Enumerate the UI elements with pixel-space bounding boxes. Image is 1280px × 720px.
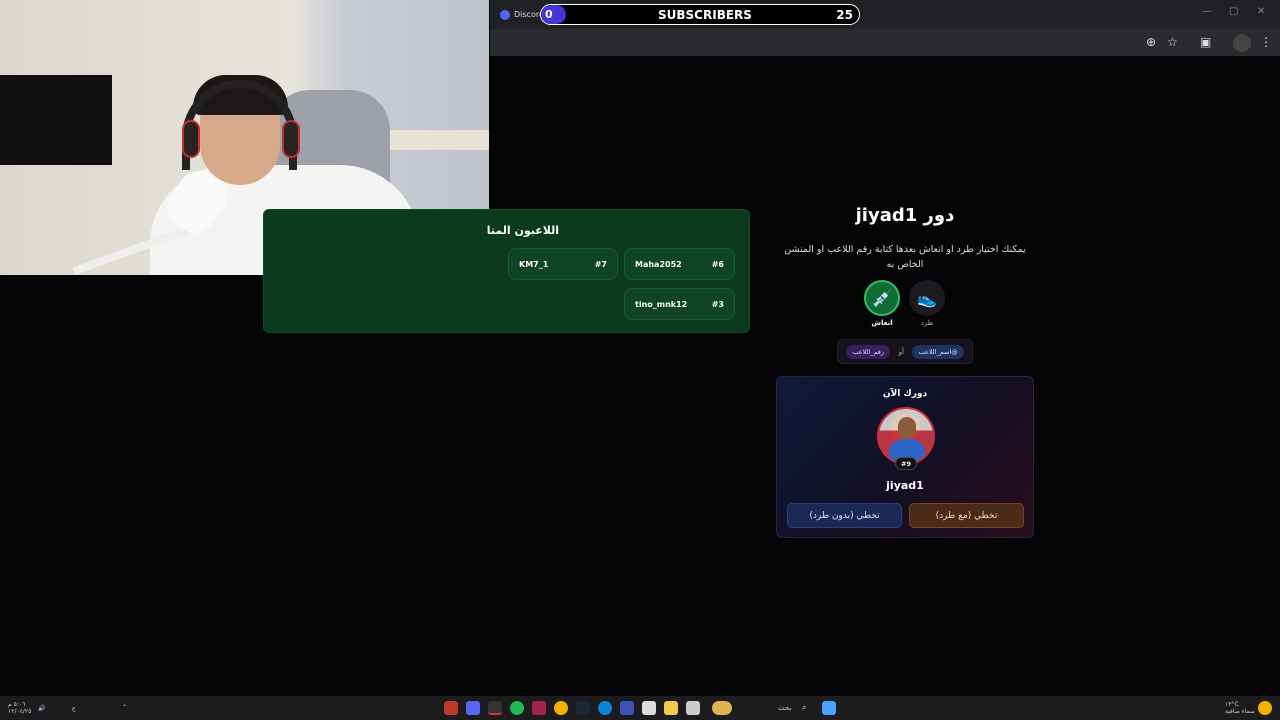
turn-description: يمكنك اختيار طرد او انعاش بعدها كتابة رق… [784,244,1026,270]
clock-time[interactable]: ٥:٠٦ م [8,701,25,708]
tv-screen [0,75,112,165]
revive-action[interactable]: 💉 انعاش [864,280,900,327]
maximize-icon[interactable]: ▢ [1229,6,1238,17]
sneaker-icon: 👟 [909,280,945,316]
subscriber-current: 0 [545,8,553,21]
extensions-icon[interactable]: ▣ [1200,35,1211,49]
profile-avatar[interactable] [1233,34,1251,52]
bookmark-star-icon[interactable]: ☆ [1167,35,1178,49]
subscriber-goal-bar: 0 SUBSCRIBERS 25 [540,4,860,25]
file-explorer-icon[interactable] [664,701,678,715]
player-card[interactable]: KM7_1 #7 [508,248,618,280]
minimize-icon[interactable]: — [1202,6,1212,17]
search-icon[interactable]: ⌕ [802,704,806,712]
widget-icon[interactable] [712,701,732,715]
player-card[interactable]: tino_mnk12 #3 [624,288,735,320]
kick-label: طرد [920,319,934,327]
revive-label: انعاش [871,319,893,327]
syringe-icon: 💉 [864,280,900,316]
discord-icon [500,9,510,20]
mention-chip: @اسم_اللاعب [912,344,964,359]
steam-icon[interactable] [576,701,590,715]
players-panel-title: اللاعبون المتا [486,224,559,237]
player-number-badge: #9 [895,457,917,470]
calendar-icon[interactable] [642,701,656,715]
browser-toolbar: ⊕ ☆ ▣ ⋮ [490,29,1280,56]
app-icon[interactable] [686,701,700,715]
chrome-icon[interactable] [554,701,568,715]
terminal-icon[interactable] [488,701,502,715]
player-number: #7 [594,259,607,269]
subscriber-goal: 25 [836,7,853,22]
player-name: tino_mnk12 [635,299,688,309]
app-icon[interactable] [620,701,634,715]
skip-with-kick-button[interactable]: تخطي (مع طرد) [909,503,1024,528]
weather-temp[interactable]: ١٣°C [1225,701,1239,708]
volume-icon[interactable]: 🔊 [38,705,45,712]
zoom-icon[interactable]: ⊕ [1146,35,1156,49]
player-name: Maha2052 [635,259,682,269]
menu-icon[interactable]: ⋮ [1260,35,1272,49]
headset-ear-right [282,120,300,158]
player-card[interactable]: Maha2052 #6 [624,248,735,280]
current-turn-card: دورك الآن #9 jiyad1 تخطي (بدون طرد) تخطي… [776,376,1034,538]
discord-taskbar-icon[interactable] [466,701,480,715]
kick-action[interactable]: 👟 طرد [909,280,945,327]
weather-sun-icon[interactable] [1258,701,1272,715]
weather-desc[interactable]: سماء صافية [1225,708,1255,715]
turn-title: دور jiyad1 [855,205,955,226]
app-icon[interactable] [532,701,546,715]
app-icon[interactable] [444,701,458,715]
number-chip: رقم_اللاعب [846,344,891,359]
input-hint: @اسم_اللاعب أو رقم_اللاعب [837,339,973,364]
player-number: #6 [711,259,724,269]
tray-chevron-icon[interactable]: ⌃ [122,704,127,711]
start-icon[interactable] [822,701,836,715]
spotify-icon[interactable] [510,701,524,715]
headset-ear-left [182,120,200,158]
subscriber-label: SUBSCRIBERS [658,7,752,22]
clock-date[interactable]: ١٢/٠٤/٢٥ [8,708,31,715]
edge-icon[interactable] [598,701,612,715]
screen: Discord × — ▢ ✕ ⊕ ☆ ▣ ⋮ 0 SUBSCRIBERS 25… [0,0,1280,720]
player-number: #3 [711,299,724,309]
window-close-icon[interactable]: ✕ [1257,6,1265,17]
search-label[interactable]: بحث [778,705,791,712]
player-name: KM7_1 [519,259,549,269]
players-panel: اللاعبون المتا Maha2052 #6 KM7_1 #7 tino… [263,209,750,333]
current-player-name: jiyad1 [886,479,924,492]
taskbar: ٥:٠٦ م ١٢/٠٤/٢٥ 🔊 ع ⌃ بحث ⌕ ١٣°C سماء صا… [0,696,1280,720]
or-label: أو [898,347,904,356]
now-label: دورك الآن [882,389,928,399]
skip-no-kick-button[interactable]: تخطي (بدون طرد) [787,503,902,528]
lang-indicator[interactable]: ع [72,705,76,712]
